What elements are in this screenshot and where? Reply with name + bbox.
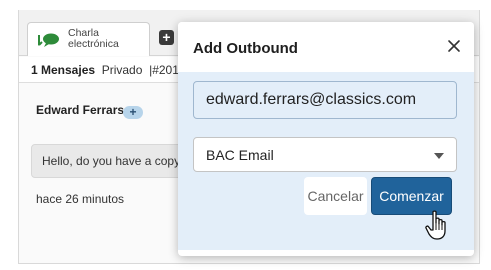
tab-charla-electronica[interactable]: Charla electrónica — [27, 22, 150, 56]
privacy-label: Privado — [101, 63, 143, 77]
sender-name: Edward Ferrars — [36, 103, 125, 117]
chat-bubble-icon — [38, 33, 59, 47]
conversation-id: |#201 — [149, 63, 179, 77]
message-bubble: Hello, do you have a copy — [31, 144, 191, 178]
channel-select[interactable]: BAC Email — [193, 137, 457, 172]
chevron-down-icon — [434, 153, 444, 159]
dialog-title: Add Outbound — [193, 40, 298, 57]
close-icon[interactable] — [446, 38, 462, 54]
tab-label: Charla electrónica — [68, 27, 119, 50]
dialog-header: Add Outbound — [178, 22, 474, 72]
hand-cursor-icon — [425, 210, 446, 240]
add-tab-button[interactable]: + — [159, 30, 174, 45]
sender-add-button[interactable]: + — [123, 106, 143, 119]
channel-select-value: BAC Email — [206, 147, 274, 163]
email-field[interactable] — [193, 81, 457, 119]
message-timestamp: hace 26 minutos — [36, 192, 125, 206]
cancel-button[interactable]: Cancelar — [304, 177, 367, 215]
message-count: 1 Mensajes — [31, 63, 96, 77]
